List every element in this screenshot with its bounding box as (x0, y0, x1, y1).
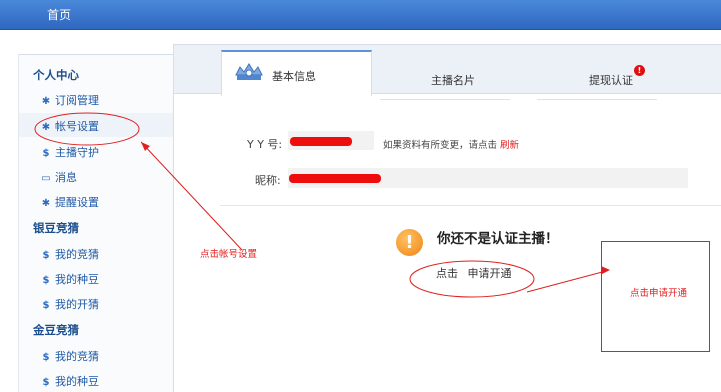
annotation-ellipse-apply (409, 260, 535, 298)
annotation-arrowhead (601, 266, 610, 274)
annotation-ellipse-account (34, 112, 140, 146)
annotation-arrow (526, 270, 607, 293)
annotation-arrow (140, 141, 243, 251)
annotation-overlay (34, 112, 610, 298)
